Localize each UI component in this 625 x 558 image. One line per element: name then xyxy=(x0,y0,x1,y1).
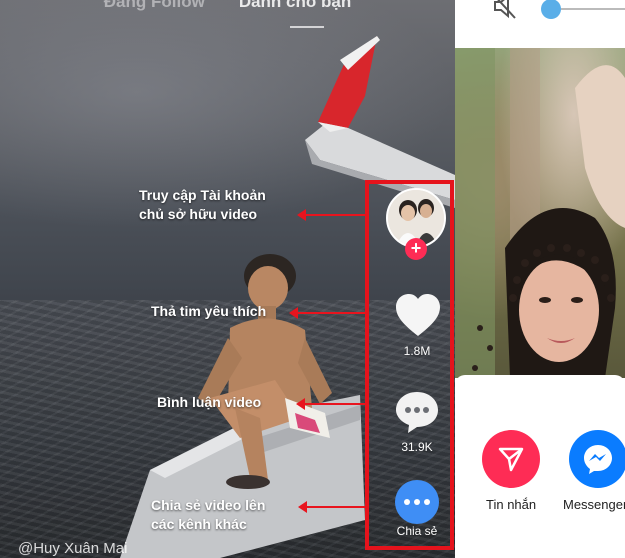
follow-button[interactable]: + xyxy=(405,238,427,260)
arrow-share xyxy=(298,501,366,513)
tab-indicator xyxy=(290,26,324,28)
arrow-avatar xyxy=(297,209,366,221)
volume-slider-handle[interactable] xyxy=(541,0,561,19)
annotation-share: Chia sẻ video lên các kênh khác xyxy=(151,496,265,534)
message-share-label: Tin nhắn xyxy=(486,497,537,512)
arrow-like xyxy=(289,307,366,319)
arrow-comment xyxy=(296,398,366,410)
messenger-icon xyxy=(584,445,612,474)
volume-slider-track[interactable] xyxy=(561,8,625,10)
annotation-share-line2: các kênh khác xyxy=(151,516,247,532)
share-sheet: Tin nhắn Messenger xyxy=(455,375,625,558)
dot xyxy=(414,499,420,505)
like-count: 1.8M xyxy=(403,344,431,358)
tab-following[interactable]: Đang Follow xyxy=(104,0,205,22)
tab-for-you[interactable]: Dành cho bạn xyxy=(239,0,351,22)
dot xyxy=(424,499,430,505)
annotation-avatar-line2: chủ sở hữu video xyxy=(139,206,258,222)
annotation-comment: Bình luận video xyxy=(157,394,262,410)
messenger-share-label: Messenger xyxy=(563,497,625,512)
share-screen-panel: Tin nhắn Messenger xyxy=(455,0,625,558)
annotation-like: Thả tim yêu thích xyxy=(151,303,267,319)
annotation-avatar: Truy cập Tài khoản chủ sở hữu video xyxy=(139,186,266,224)
dot xyxy=(404,499,410,505)
girl-photo xyxy=(455,48,625,378)
person-figure xyxy=(198,254,332,489)
heart-icon[interactable] xyxy=(394,292,442,338)
share-label: Chia sẻ xyxy=(396,524,438,538)
paper-plane-icon xyxy=(498,447,524,472)
feed-tabs: Đang Follow Dành cho bạn xyxy=(0,0,455,22)
video-author-username[interactable]: @Huy Xuân Mai xyxy=(18,540,127,557)
comment-count: 31.9K xyxy=(401,440,433,454)
messenger-share-button[interactable] xyxy=(569,430,625,488)
share-button[interactable] xyxy=(395,480,439,524)
volume-control xyxy=(455,0,625,48)
annotation-share-line1: Chia sẻ video lên xyxy=(151,497,266,513)
annotation-avatar-line1: Truy cập Tài khoản xyxy=(139,187,266,203)
video-thumbnail xyxy=(455,48,625,378)
comment-bubble-icon[interactable] xyxy=(394,390,440,434)
speaker-mute-icon[interactable] xyxy=(491,0,521,20)
message-share-button[interactable] xyxy=(482,430,540,488)
